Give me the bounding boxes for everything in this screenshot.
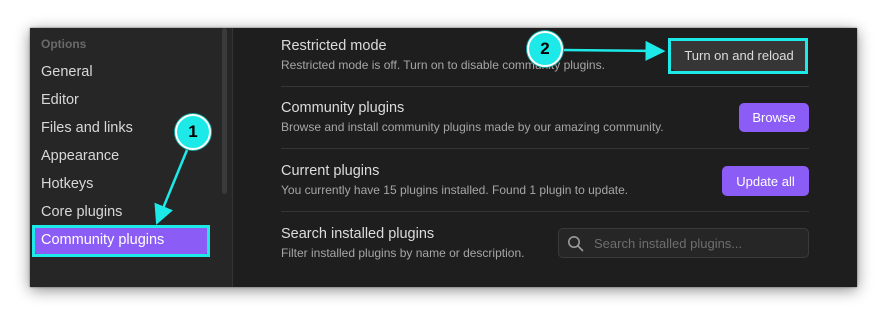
step-badge-2: 2	[527, 31, 563, 67]
annotation-arrows	[154, 40, 666, 225]
screenshot-stage: Options General Editor Files and links A…	[0, 0, 887, 319]
arrow-to-community-plugins	[154, 149, 189, 225]
arrow-to-turn-on-and-reload	[562, 40, 666, 61]
step-badge-1: 1	[175, 114, 211, 150]
